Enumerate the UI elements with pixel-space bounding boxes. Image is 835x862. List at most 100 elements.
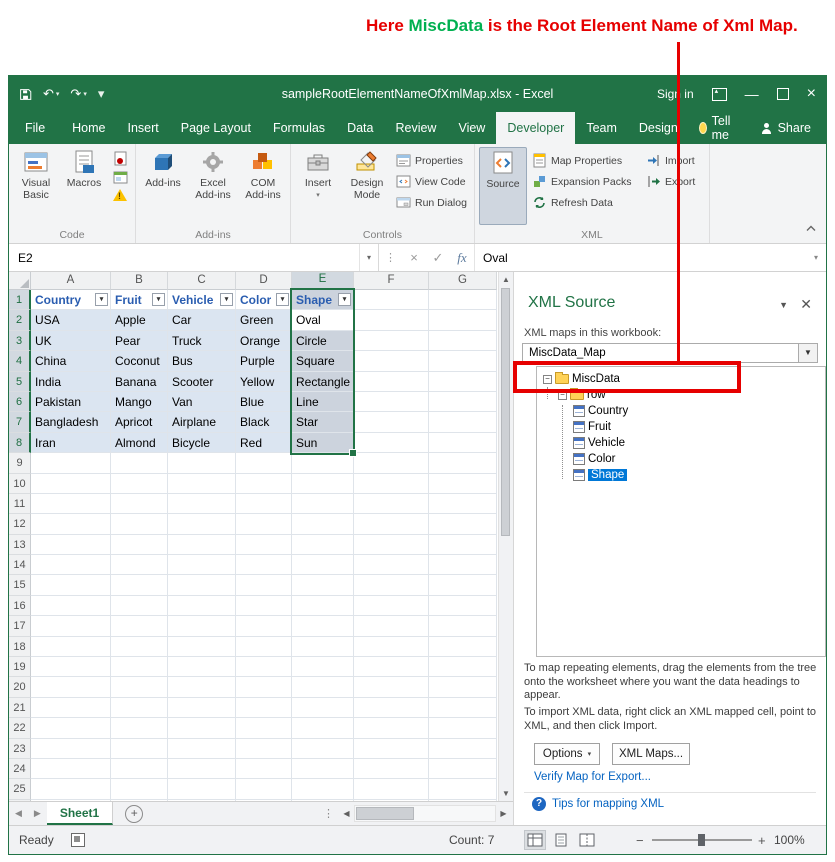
cell-F20[interactable] — [354, 677, 429, 697]
cell-A1[interactable]: Country▾ — [31, 290, 111, 310]
cell-B5[interactable]: Banana — [111, 372, 168, 392]
cell-B13[interactable] — [111, 535, 168, 555]
zoom-level[interactable]: 100% — [774, 826, 805, 854]
pane-options-icon[interactable]: ▼ — [779, 300, 788, 310]
cell-C12[interactable] — [168, 514, 236, 534]
row-header-23[interactable]: 23 — [9, 739, 31, 759]
cell-G18[interactable] — [429, 637, 497, 657]
cell-B8[interactable]: Almond — [111, 433, 168, 453]
cell-F19[interactable] — [354, 657, 429, 677]
zoom-slider-thumb[interactable] — [698, 834, 705, 846]
export-button[interactable]: Export — [643, 171, 705, 192]
cell-G15[interactable] — [429, 575, 497, 595]
cell-G2[interactable] — [429, 310, 497, 330]
cell-C21[interactable] — [168, 698, 236, 718]
cell-A3[interactable]: UK — [31, 331, 111, 351]
ribbon-tab-developer[interactable]: Developer — [496, 112, 575, 144]
row-header-2[interactable]: 2 — [9, 310, 31, 330]
map-properties-button[interactable]: Map Properties — [529, 150, 641, 171]
cell-F12[interactable] — [354, 514, 429, 534]
cell-B21[interactable] — [111, 698, 168, 718]
cell-D3[interactable]: Orange — [236, 331, 292, 351]
cell-C17[interactable] — [168, 616, 236, 636]
formula-bar-resize-handle[interactable]: ⋮ — [379, 251, 402, 264]
macros-button[interactable]: Macros — [61, 147, 107, 225]
undo-dropdown-icon[interactable]: ▾ — [56, 90, 60, 98]
cell-E9[interactable] — [292, 453, 354, 473]
sign-in-button[interactable]: Sign in — [657, 87, 694, 101]
view-code-button[interactable]: View Code — [393, 171, 470, 192]
vertical-scroll-thumb[interactable] — [501, 288, 510, 536]
cell-A14[interactable] — [31, 555, 111, 575]
cell-F18[interactable] — [354, 637, 429, 657]
customize-qat-icon[interactable]: ▾ — [98, 86, 105, 102]
cell-E3[interactable]: Circle — [292, 331, 354, 351]
source-button[interactable]: Source — [479, 147, 527, 225]
row-header-3[interactable]: 3 — [9, 331, 31, 351]
cell-E13[interactable] — [292, 535, 354, 555]
cell-A11[interactable] — [31, 494, 111, 514]
formula-bar-input[interactable]: Oval — [474, 244, 806, 271]
cell-C18[interactable] — [168, 637, 236, 657]
cell-E10[interactable] — [292, 474, 354, 494]
addins-button[interactable]: Add-ins — [140, 147, 186, 225]
cell-E20[interactable] — [292, 677, 354, 697]
cell-G6[interactable] — [429, 392, 497, 412]
cell-C22[interactable] — [168, 718, 236, 738]
zoom-slider-track[interactable] — [652, 839, 752, 841]
cell-C13[interactable] — [168, 535, 236, 555]
cell-C11[interactable] — [168, 494, 236, 514]
cell-A25[interactable] — [31, 779, 111, 799]
cell-E25[interactable] — [292, 779, 354, 799]
cell-E2[interactable]: Oval — [292, 310, 354, 330]
cell-C8[interactable]: Bicycle — [168, 433, 236, 453]
column-header-F[interactable]: F — [354, 272, 429, 290]
row-header-17[interactable]: 17 — [9, 616, 31, 636]
filter-dropdown-icon[interactable]: ▾ — [95, 293, 108, 306]
cell-G5[interactable] — [429, 372, 497, 392]
xml-tree-item-country[interactable]: Country — [537, 403, 825, 419]
row-header-1[interactable]: 1 — [9, 290, 31, 310]
cell-G11[interactable] — [429, 494, 497, 514]
cell-F1[interactable] — [354, 290, 429, 310]
cell-E18[interactable] — [292, 637, 354, 657]
ribbon-tab-page-layout[interactable]: Page Layout — [170, 112, 262, 144]
cell-D22[interactable] — [236, 718, 292, 738]
cell-B18[interactable] — [111, 637, 168, 657]
cell-D8[interactable]: Red — [236, 433, 292, 453]
cell-G20[interactable] — [429, 677, 497, 697]
cell-F24[interactable] — [354, 759, 429, 779]
cell-C3[interactable]: Truck — [168, 331, 236, 351]
cell-G17[interactable] — [429, 616, 497, 636]
filter-dropdown-icon[interactable]: ▾ — [152, 293, 165, 306]
scroll-right-icon[interactable]: ▶ — [496, 809, 511, 818]
import-button[interactable]: Import — [643, 150, 705, 171]
filter-dropdown-icon[interactable]: ▾ — [276, 293, 289, 306]
cell-B2[interactable]: Apple — [111, 310, 168, 330]
enter-icon[interactable]: ✓ — [426, 250, 450, 266]
cell-F16[interactable] — [354, 596, 429, 616]
options-button[interactable]: Options ▾ — [534, 743, 600, 765]
cell-E7[interactable]: Star — [292, 412, 354, 432]
zoom-in-button[interactable]: + — [758, 826, 766, 854]
cell-G12[interactable] — [429, 514, 497, 534]
row-header-5[interactable]: 5 — [9, 372, 31, 392]
cell-D18[interactable] — [236, 637, 292, 657]
xml-map-dropdown[interactable]: MiscData_Map ▼ — [522, 343, 818, 363]
row-header-4[interactable]: 4 — [9, 351, 31, 371]
cell-A9[interactable] — [31, 453, 111, 473]
cell-F7[interactable] — [354, 412, 429, 432]
cell-D19[interactable] — [236, 657, 292, 677]
relative-references-icon[interactable] — [113, 170, 128, 185]
share-button[interactable]: Share — [745, 112, 827, 144]
xml-tree-item-vehicle[interactable]: Vehicle — [537, 435, 825, 451]
insert-control-button[interactable]: Insert ▾ — [295, 147, 341, 225]
cell-A21[interactable] — [31, 698, 111, 718]
cell-F14[interactable] — [354, 555, 429, 575]
cell-C2[interactable]: Car — [168, 310, 236, 330]
cell-C1[interactable]: Vehicle▾ — [168, 290, 236, 310]
name-box-dropdown-icon[interactable]: ▾ — [359, 244, 378, 271]
cell-F6[interactable] — [354, 392, 429, 412]
ribbon-display-options-icon[interactable] — [712, 88, 727, 101]
record-macro-icon[interactable] — [113, 151, 128, 166]
